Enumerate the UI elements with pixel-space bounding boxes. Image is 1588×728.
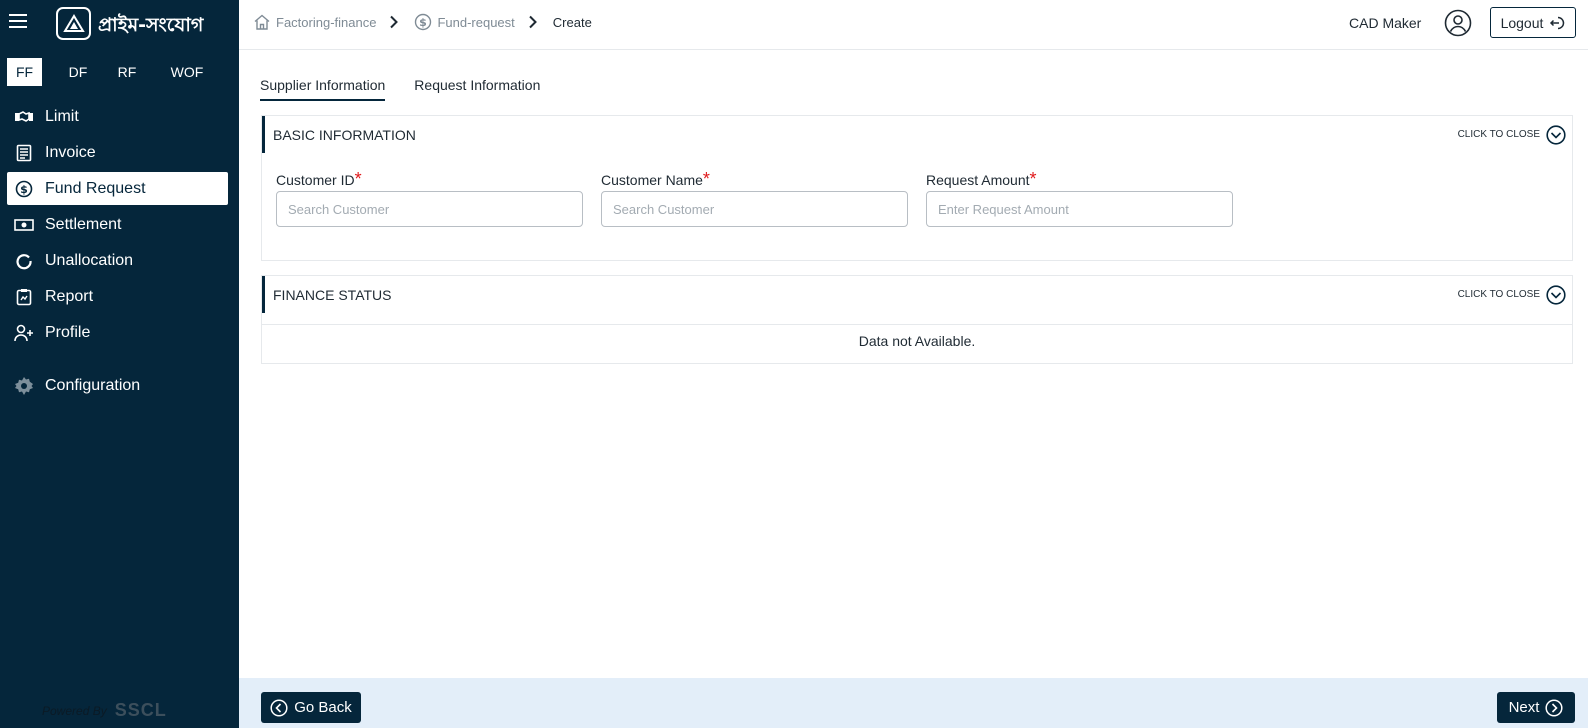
tab-supplier-information[interactable]: Supplier Information	[260, 77, 386, 101]
basic-info-fields: Customer ID* Customer Name* Request Amou…	[276, 169, 1251, 227]
chevron-right-icon	[387, 15, 401, 29]
toggle-label: CLICK TO CLOSE	[1457, 129, 1540, 140]
cash-icon	[14, 215, 34, 235]
svg-text:$: $	[20, 183, 28, 196]
sidebar-item-unallocation[interactable]: Unallocation	[7, 244, 228, 277]
customer-id-input[interactable]	[276, 191, 583, 227]
svg-text:$: $	[420, 16, 428, 29]
sidebar-item-label: Settlement	[45, 215, 122, 233]
required-marker: *	[702, 169, 710, 189]
request-amount-field: Request Amount*	[926, 169, 1233, 227]
action-footer: Go Back Next	[239, 678, 1588, 728]
dollar-circle-icon: $	[14, 179, 34, 199]
go-back-label: Go Back	[294, 699, 352, 716]
chevron-right-icon	[526, 15, 540, 29]
basic-information-panel: BASIC INFORMATION CLICK TO CLOSE Custome…	[261, 115, 1573, 261]
invoice-icon	[14, 143, 34, 163]
sidebar-item-fund-request[interactable]: $ Fund Request	[7, 172, 228, 205]
sidebar-item-limit[interactable]: Limit	[7, 100, 228, 133]
top-header: Factoring-finance $ Fund-request Create …	[239, 0, 1588, 50]
sidebar-item-label: Profile	[45, 323, 91, 341]
sidebar-item-settlement[interactable]: Settlement	[7, 208, 228, 241]
breadcrumb-label: Fund-request	[437, 14, 515, 30]
breadcrumb-label: Create	[552, 14, 592, 30]
chevron-left-circle-icon	[270, 698, 288, 717]
panel-title: BASIC INFORMATION	[273, 126, 416, 143]
sidebar: প্রাইম-সংযোগ FF DF RF WOF Limit Invoice …	[0, 0, 239, 728]
breadcrumb-fund-request[interactable]: $ Fund-request	[414, 13, 515, 31]
clipboard-icon	[14, 287, 34, 307]
handshake-icon	[14, 107, 34, 127]
sidebar-nav: Limit Invoice $ Fund Request Settlement …	[7, 100, 228, 405]
brand-logo-icon	[56, 7, 91, 40]
basic-info-close-toggle[interactable]: CLICK TO CLOSE	[1457, 124, 1566, 145]
user-avatar-icon[interactable]	[1444, 9, 1472, 37]
sidebar-item-label: Limit	[45, 107, 79, 125]
powered-by-label: Powered By	[42, 703, 107, 718]
sidebar-item-label: Configuration	[45, 376, 141, 394]
sidebar-item-profile[interactable]: Profile	[7, 316, 228, 349]
go-back-button[interactable]: Go Back	[261, 692, 361, 723]
logout-label: Logout	[1500, 14, 1544, 31]
request-amount-input[interactable]	[926, 191, 1233, 227]
brand-name: প্রাইম-সংযোগ	[98, 14, 204, 36]
field-label: Request Amount*	[926, 169, 1037, 189]
toggle-label: CLICK TO CLOSE	[1457, 289, 1540, 300]
sidebar-item-report[interactable]: Report	[7, 280, 228, 313]
hamburger-menu-icon[interactable]	[9, 14, 27, 30]
form-tabs: Supplier Information Request Information	[260, 77, 569, 101]
sidebar-item-label: Unallocation	[45, 251, 134, 269]
required-marker: *	[354, 169, 362, 189]
customer-name-field: Customer Name*	[601, 169, 908, 227]
type-tab-wof[interactable]: WOF	[154, 58, 220, 86]
circle-arrow-icon	[14, 251, 34, 271]
chevron-down-circle-icon	[1546, 124, 1566, 145]
field-label: Customer Name*	[601, 169, 710, 189]
panel-header: BASIC INFORMATION CLICK TO CLOSE	[262, 116, 1572, 153]
chevron-right-circle-icon	[1545, 698, 1563, 717]
next-button[interactable]: Next	[1497, 692, 1575, 723]
logout-icon	[1549, 15, 1565, 31]
sidebar-item-label: Fund Request	[45, 179, 146, 197]
type-tab-rf[interactable]: RF	[107, 58, 147, 86]
powered-by: Powered By SSCL	[42, 700, 167, 721]
panel-header: FINANCE STATUS CLICK TO CLOSE	[262, 276, 1572, 313]
finance-type-tabs: FF DF RF WOF	[7, 58, 220, 86]
logout-button[interactable]: Logout	[1490, 7, 1576, 38]
type-tab-df[interactable]: DF	[49, 58, 107, 86]
sidebar-item-invoice[interactable]: Invoice	[7, 136, 228, 169]
user-name: CAD Maker	[1349, 15, 1422, 31]
sidebar-item-configuration[interactable]: Configuration	[7, 369, 228, 402]
customer-id-field: Customer ID*	[276, 169, 583, 227]
chevron-down-circle-icon	[1546, 284, 1566, 305]
empty-state-message: Data not Available.	[262, 324, 1572, 349]
breadcrumb-label: Factoring-finance	[276, 14, 377, 30]
customer-name-input[interactable]	[601, 191, 908, 227]
required-marker: *	[1029, 169, 1037, 189]
dollar-circle-icon: $	[414, 13, 432, 31]
sscl-logo: SSCL	[114, 700, 167, 720]
finance-status-panel: FINANCE STATUS CLICK TO CLOSE Data not A…	[261, 275, 1573, 364]
home-icon	[253, 13, 271, 31]
sidebar-item-label: Invoice	[45, 143, 96, 161]
tab-request-information[interactable]: Request Information	[414, 77, 540, 101]
breadcrumb-factoring-finance[interactable]: Factoring-finance	[253, 13, 376, 31]
panel-title: FINANCE STATUS	[273, 286, 392, 303]
sidebar-item-label: Report	[45, 287, 94, 305]
breadcrumb-create: Create	[553, 15, 592, 30]
type-tab-ff[interactable]: FF	[7, 58, 42, 86]
next-label: Next	[1508, 699, 1540, 716]
user-plus-icon	[14, 323, 34, 343]
gear-icon	[14, 376, 34, 396]
field-label: Customer ID*	[276, 169, 362, 189]
finance-status-close-toggle[interactable]: CLICK TO CLOSE	[1457, 284, 1566, 305]
breadcrumb: Factoring-finance $ Fund-request Create	[253, 13, 592, 31]
brand-row: প্রাইম-সংযোগ	[0, 0, 239, 46]
